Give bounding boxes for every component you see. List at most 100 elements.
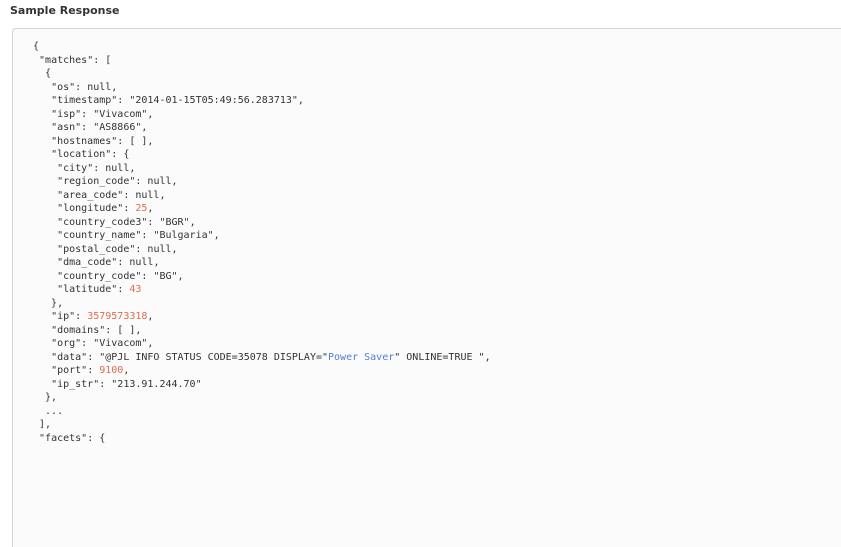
json-punctuation bbox=[33, 217, 57, 228]
json-punctuation: , bbox=[177, 270, 184, 282]
json-punctuation: : bbox=[87, 351, 100, 363]
json-punctuation bbox=[33, 82, 51, 93]
json-punctuation: : [ bbox=[93, 54, 112, 66]
json-punctuation: : bbox=[75, 81, 88, 93]
json-key: "org" bbox=[51, 338, 82, 349]
json-key: "longitude" bbox=[57, 203, 124, 214]
json-punctuation: , bbox=[129, 162, 136, 174]
code-line: "domains": [ ], bbox=[33, 324, 491, 338]
json-literal: null bbox=[147, 176, 172, 187]
code-line: "facets": { bbox=[33, 432, 491, 446]
json-key: "matches" bbox=[39, 54, 94, 66]
json-punctuation: : bbox=[87, 365, 100, 376]
json-punctuation: , bbox=[484, 351, 491, 363]
code-line: "isp": "Vivacom", bbox=[33, 108, 491, 122]
json-string: "BGR" bbox=[159, 216, 190, 228]
json-key: "domains" bbox=[51, 324, 106, 336]
json-number: 9100 bbox=[99, 365, 124, 376]
json-punctuation: : bbox=[123, 203, 136, 214]
json-punctuation: , bbox=[171, 176, 178, 187]
json-punctuation bbox=[33, 230, 57, 241]
json-key: "country_code" bbox=[57, 270, 142, 282]
json-punctuation: ... bbox=[33, 405, 64, 417]
json-key: "data" bbox=[51, 351, 88, 363]
code-line: "matches": [ bbox=[33, 54, 491, 68]
json-code: { "matches": [ { "os": null, "timestamp"… bbox=[33, 40, 491, 445]
code-block[interactable]: { "matches": [ { "os": null, "timestamp"… bbox=[12, 28, 841, 547]
code-line: "ip_str": "213.91.244.70" bbox=[33, 378, 491, 392]
json-key: "os" bbox=[51, 81, 76, 93]
json-number: 25 bbox=[135, 203, 148, 214]
json-key: "region_code" bbox=[57, 176, 136, 187]
code-line: "org": "Vivacom", bbox=[33, 337, 491, 351]
code-line: "hostnames": [ ], bbox=[33, 135, 491, 149]
json-punctuation: , bbox=[213, 230, 220, 241]
json-literal: null bbox=[129, 257, 154, 268]
json-punctuation bbox=[33, 311, 51, 322]
json-number: 43 bbox=[129, 284, 142, 295]
json-punctuation: : bbox=[117, 95, 130, 106]
json-key: "location" bbox=[51, 149, 112, 160]
json-punctuation bbox=[33, 325, 51, 336]
json-punctuation: { bbox=[33, 41, 40, 52]
json-punctuation: : bbox=[117, 284, 130, 295]
json-punctuation: : bbox=[123, 189, 136, 201]
json-punctuation bbox=[33, 95, 51, 106]
json-punctuation: , bbox=[159, 189, 166, 201]
json-key: "latitude" bbox=[57, 284, 118, 295]
json-punctuation: : { bbox=[87, 432, 106, 444]
json-punctuation bbox=[33, 176, 57, 187]
json-key: "facets" bbox=[39, 432, 88, 444]
code-line: }, bbox=[33, 297, 491, 311]
json-punctuation bbox=[33, 338, 51, 349]
code-line: "longitude": 25, bbox=[33, 202, 491, 216]
json-punctuation: { bbox=[33, 68, 52, 79]
json-punctuation: : bbox=[147, 216, 160, 228]
json-string: "213.91.244.70" bbox=[111, 378, 202, 390]
json-literal: null bbox=[87, 81, 112, 93]
json-key: "country_name" bbox=[57, 230, 142, 241]
json-key: "area_code" bbox=[57, 189, 124, 201]
json-key: "timestamp" bbox=[51, 95, 118, 106]
json-punctuation: : bbox=[135, 243, 148, 255]
json-punctuation bbox=[33, 136, 51, 147]
sample-response-title: Sample Response bbox=[10, 4, 120, 17]
code-line: "country_name": "Bulgaria", bbox=[33, 229, 491, 243]
json-punctuation: }, bbox=[33, 392, 58, 403]
json-literal: null bbox=[105, 162, 130, 174]
json-punctuation: , bbox=[141, 122, 148, 133]
json-punctuation bbox=[33, 379, 51, 390]
json-punctuation: , bbox=[123, 365, 130, 376]
code-line: "city": null, bbox=[33, 162, 491, 176]
json-punctuation: , bbox=[111, 81, 118, 93]
code-line: "ip": 3579573318, bbox=[33, 310, 491, 324]
json-punctuation: : bbox=[81, 338, 94, 349]
code-line: "postal_code": null, bbox=[33, 243, 491, 257]
code-line: "port": 9100, bbox=[33, 364, 491, 378]
code-line: "asn": "AS8866", bbox=[33, 121, 491, 135]
json-key: "isp" bbox=[51, 108, 82, 120]
json-punctuation: : bbox=[141, 270, 154, 282]
json-string: "2014-01-15T05:49:56.283713" bbox=[129, 95, 298, 106]
json-punctuation: }, bbox=[33, 297, 64, 309]
json-string: "Vivacom" bbox=[93, 108, 148, 120]
json-punctuation bbox=[33, 163, 57, 174]
json-key: "postal_code" bbox=[57, 243, 136, 255]
json-punctuation: , bbox=[297, 95, 304, 106]
code-line: "country_code3": "BGR", bbox=[33, 216, 491, 230]
json-key: "hostnames" bbox=[51, 135, 118, 147]
json-punctuation: : bbox=[81, 108, 94, 120]
json-punctuation bbox=[33, 149, 51, 160]
json-punctuation: , bbox=[147, 311, 154, 322]
code-line: ... bbox=[33, 405, 491, 419]
json-punctuation: : bbox=[141, 230, 154, 241]
code-line: "dma_code": null, bbox=[33, 256, 491, 270]
json-punctuation: , bbox=[171, 243, 178, 255]
json-punctuation bbox=[33, 365, 51, 376]
json-string: " ONLINE=TRUE " bbox=[394, 351, 485, 363]
json-punctuation bbox=[33, 203, 57, 214]
json-punctuation: : [ ], bbox=[105, 324, 142, 336]
code-line: ], bbox=[33, 418, 491, 432]
json-string: "BG" bbox=[153, 270, 178, 282]
json-punctuation bbox=[33, 109, 51, 120]
